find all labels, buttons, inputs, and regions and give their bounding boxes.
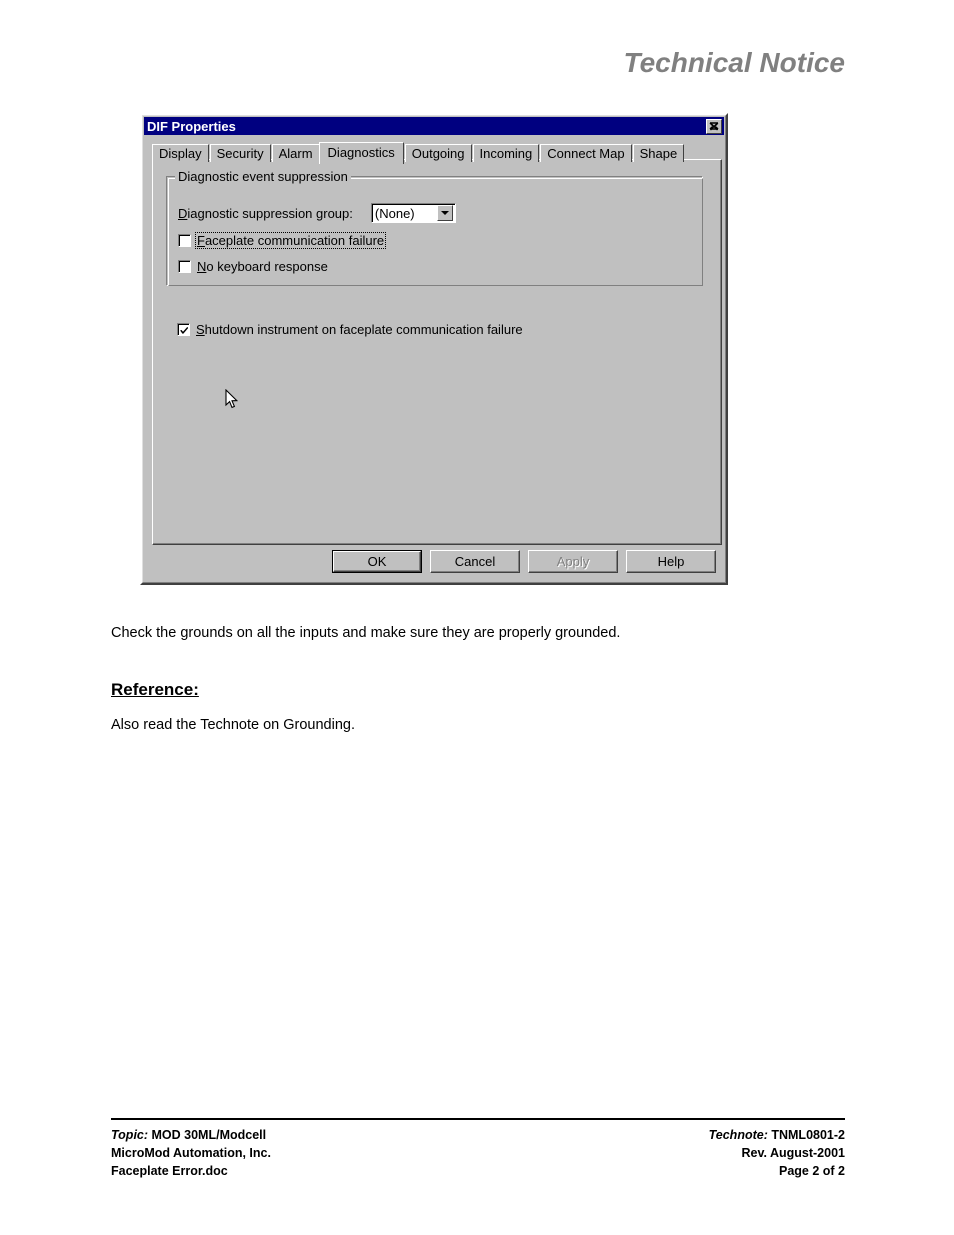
- diagnostic-event-suppression-group: Diagnostic event suppression Diagnostic …: [166, 169, 703, 286]
- apply-button: Apply: [528, 550, 618, 573]
- mouse-pointer-icon: [225, 388, 239, 413]
- footer-columns: Topic: MOD 30ML/Modcell MicroMod Automat…: [111, 1126, 845, 1180]
- cancel-button[interactable]: Cancel: [430, 550, 520, 573]
- suppression-group-row: Diagnostic suppression group: (None): [178, 203, 456, 223]
- close-icon[interactable]: [706, 118, 722, 134]
- help-button-label: Help: [657, 554, 685, 569]
- page-title: Technical Notice: [623, 47, 845, 78]
- faceplate-comm-failure-label: Faceplate communication failure: [194, 232, 387, 249]
- tab-shape[interactable]: Shape: [632, 144, 685, 162]
- label-rest: aceplate communication failure: [204, 233, 385, 248]
- tab-label: Alarm: [278, 146, 313, 161]
- combo-selected-value: (None): [374, 205, 415, 221]
- tab-label: Connect Map: [547, 146, 625, 161]
- tab-security[interactable]: Security: [209, 144, 271, 162]
- accel-letter: F: [197, 233, 205, 248]
- faceplate-comm-failure-checkbox[interactable]: [178, 234, 191, 247]
- paragraph-reference: Also read the Technote on Grounding.: [111, 717, 355, 733]
- footer-page-number: Page 2 of 2: [779, 1164, 845, 1179]
- footer-right-column: Technote: TNML0801-2 Rev. August-2001 Pa…: [709, 1126, 845, 1180]
- tab-label: Shape: [639, 146, 678, 161]
- footer-divider: [111, 1118, 845, 1120]
- footer-company: MicroMod Automation, Inc.: [111, 1146, 271, 1161]
- suppression-group-label: Diagnostic suppression group:: [178, 206, 353, 221]
- dialog-title: DIF Properties: [147, 118, 236, 134]
- label-rest: hutdown instrument on faceplate communic…: [204, 322, 523, 337]
- help-button[interactable]: Help: [626, 550, 716, 573]
- ok-button-label: OK: [367, 554, 387, 569]
- cursor-glyph: [225, 388, 239, 409]
- label-rest: o keyboard response: [206, 259, 328, 274]
- shutdown-instrument-label: Shutdown instrument on faceplate communi…: [196, 322, 523, 337]
- page-footer: Topic: MOD 30ML/Modcell MicroMod Automat…: [111, 1118, 845, 1180]
- close-x-glyph: [709, 121, 719, 130]
- tab-diagnostics[interactable]: Diagnostics: [318, 142, 404, 164]
- diagnostics-tab-page: Diagnostic event suppression Diagnostic …: [152, 159, 722, 545]
- footer-left-column: Topic: MOD 30ML/Modcell MicroMod Automat…: [111, 1126, 271, 1180]
- accel-letter: D: [178, 205, 188, 221]
- no-keyboard-response-label: No keyboard response: [197, 259, 328, 274]
- chevron-glyph: [440, 211, 449, 215]
- tab-alarm[interactable]: Alarm: [271, 144, 320, 162]
- tab-connect-map[interactable]: Connect Map: [540, 144, 632, 162]
- footer-topic-value: MOD 30ML/Modcell: [151, 1128, 267, 1142]
- accel-letter: N: [197, 259, 207, 274]
- ok-button[interactable]: OK: [332, 550, 422, 573]
- accel-letter: S: [196, 322, 205, 337]
- footer-technote-line: Technote: TNML0801-2: [709, 1126, 845, 1144]
- footer-topic-line: Topic: MOD 30ML/Modcell: [111, 1126, 271, 1144]
- suppression-group-combobox[interactable]: (None): [370, 203, 456, 223]
- dialog-titlebar[interactable]: DIF Properties: [144, 117, 724, 135]
- paragraph-grounds: Check the grounds on all the inputs and …: [111, 625, 621, 641]
- footer-topic-label: Topic:: [111, 1128, 149, 1142]
- dialog-tabstrip: Display Security Alarm Diagnostics Outgo…: [152, 141, 718, 164]
- no-keyboard-response-checkbox[interactable]: [178, 260, 191, 273]
- dif-properties-dialog: DIF Properties Display Security Alarm Di…: [140, 113, 728, 585]
- label-rest: iagnostic suppression group:: [187, 205, 353, 221]
- shutdown-instrument-checkbox[interactable]: [177, 323, 190, 336]
- tab-incoming[interactable]: Incoming: [472, 144, 540, 162]
- checkmark-icon: [180, 327, 188, 334]
- footer-technote-value: TNML0801-2: [771, 1128, 845, 1142]
- tab-display[interactable]: Display: [152, 144, 209, 162]
- dialog-button-bar: OK Cancel Apply Help: [142, 550, 726, 573]
- reference-heading: Reference:: [111, 680, 199, 699]
- tab-outgoing[interactable]: Outgoing: [404, 144, 472, 162]
- no-keyboard-response-checkbox-row[interactable]: No keyboard response: [178, 259, 328, 274]
- footer-revision: Rev. August-2001: [741, 1146, 845, 1161]
- page-header: Technical Notice: [111, 47, 845, 79]
- tab-label: Diagnostics: [327, 145, 395, 160]
- tab-label: Incoming: [479, 146, 533, 161]
- faceplate-comm-failure-checkbox-row[interactable]: Faceplate communication failure: [178, 232, 387, 249]
- apply-button-label: Apply: [556, 554, 590, 569]
- tab-label: Security: [216, 146, 264, 161]
- footer-technote-label: Technote:: [708, 1128, 768, 1142]
- tab-label: Display: [159, 146, 202, 161]
- groupbox-legend: Diagnostic event suppression: [175, 169, 351, 184]
- tab-label: Outgoing: [411, 146, 465, 161]
- cancel-button-label: Cancel: [454, 554, 496, 569]
- shutdown-instrument-checkbox-row[interactable]: Shutdown instrument on faceplate communi…: [177, 322, 523, 337]
- chevron-down-icon[interactable]: [436, 205, 453, 221]
- footer-filename: Faceplate Error.doc: [111, 1164, 228, 1179]
